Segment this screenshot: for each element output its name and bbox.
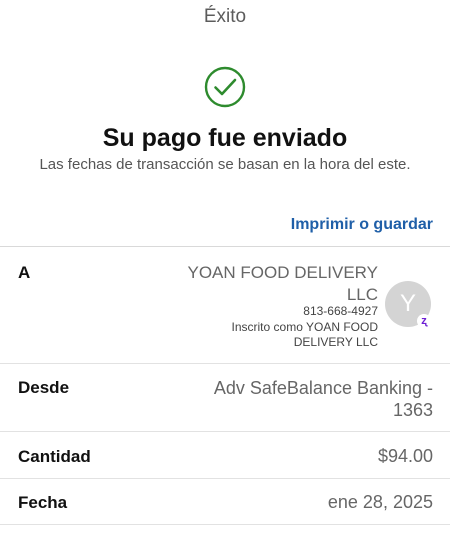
divider	[0, 363, 450, 364]
divider	[0, 246, 450, 247]
page-title: Éxito	[203, 6, 247, 27]
recipient-phone: 813-668-4927	[303, 304, 378, 318]
recipient-name: YOAN FOOD DELIVERY LLC	[187, 263, 378, 304]
date-label: Fecha	[18, 493, 68, 512]
date-value: ene 28, 2025	[327, 492, 433, 512]
to-label: A	[18, 263, 31, 282]
divider	[0, 431, 450, 432]
from-label: Desde	[18, 378, 70, 397]
success-headline: Su pago fue enviado	[102, 124, 348, 152]
divider	[0, 478, 450, 479]
print-or-save-link[interactable]: Imprimir o guardar	[291, 216, 433, 234]
from-account: Adv SafeBalance Banking - 1363	[213, 378, 433, 420]
recipient-enrolled-as: Inscrito como YOAN FOOD DELIVERY LLC	[231, 320, 378, 349]
zelle-icon: ʐ	[417, 314, 431, 328]
amount-label: Cantidad	[18, 447, 91, 466]
divider	[0, 524, 450, 525]
timezone-note: Las fechas de transacción se basan en la…	[39, 156, 411, 173]
amount-value: $94.00	[377, 446, 433, 466]
check-circle-icon	[204, 66, 246, 108]
